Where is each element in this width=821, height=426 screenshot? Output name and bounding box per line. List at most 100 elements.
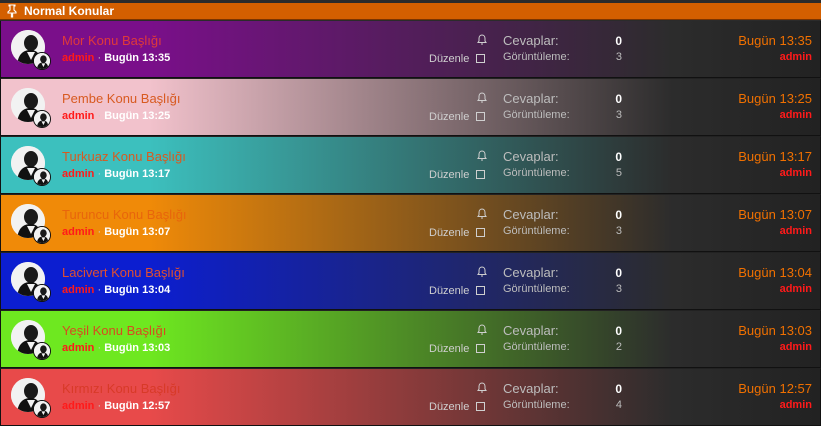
replies-label: Cevaplar: <box>503 207 559 222</box>
replies-count: 0 <box>615 34 622 48</box>
last-post-date[interactable]: Bugün 13:25 <box>738 91 812 107</box>
last-post-author[interactable]: admin <box>780 109 812 122</box>
select-checkbox[interactable] <box>476 112 485 121</box>
views-label: Görüntüleme: <box>503 51 570 63</box>
last-post-author[interactable]: admin <box>780 283 812 296</box>
topic-author-link[interactable]: admin <box>62 226 94 238</box>
select-checkbox[interactable] <box>476 170 485 179</box>
topic-author-link[interactable]: admin <box>62 284 94 296</box>
topic-meta: admin · Bugün 13:03 <box>62 342 170 355</box>
topic-author-link[interactable]: admin <box>62 342 94 354</box>
topic-row[interactable]: Turuncu Konu Başlığı admin · Bugün 13:07… <box>0 194 821 252</box>
last-post-date[interactable]: Bugün 13:17 <box>738 149 812 165</box>
last-post-author[interactable]: admin <box>780 167 812 180</box>
bell-icon[interactable] <box>476 266 488 278</box>
bell-icon[interactable] <box>476 324 488 336</box>
last-post-author[interactable]: admin <box>780 341 812 354</box>
topic-row[interactable]: Turkuaz Konu Başlığı admin · Bugün 13:17… <box>0 136 821 194</box>
views-count: 3 <box>615 283 622 295</box>
select-checkbox[interactable] <box>476 54 485 63</box>
topic-title-link[interactable]: Turkuaz Konu Başlığı <box>62 149 186 165</box>
edit-label[interactable]: Düzenle <box>429 343 469 356</box>
meta-separator: · <box>97 400 102 412</box>
last-poster-avatar[interactable] <box>33 168 51 186</box>
topic-title-link[interactable]: Turuncu Konu Başlığı <box>62 207 187 223</box>
bell-icon[interactable] <box>476 150 488 162</box>
bell-icon[interactable] <box>476 34 488 46</box>
meta-separator: · <box>97 110 102 122</box>
last-post-date[interactable]: Bugün 13:03 <box>738 323 812 339</box>
edit-label[interactable]: Düzenle <box>429 111 469 124</box>
edit-label[interactable]: Düzenle <box>429 169 469 182</box>
replies-label: Cevaplar: <box>503 33 559 48</box>
topic-list: Mor Konu Başlığı admin · Bugün 13:35 Düz… <box>0 21 821 426</box>
views-count: 2 <box>615 341 622 353</box>
topic-author-link[interactable]: admin <box>62 110 94 122</box>
meta-separator: · <box>97 342 102 354</box>
views-label: Görüntüleme: <box>503 109 570 121</box>
replies-label: Cevaplar: <box>503 91 559 106</box>
bell-icon[interactable] <box>476 92 488 104</box>
topic-start-date[interactable]: Bugün 13:07 <box>104 226 170 238</box>
last-post-date[interactable]: Bugün 12:57 <box>738 381 812 397</box>
meta-separator: · <box>97 168 102 180</box>
select-checkbox[interactable] <box>476 402 485 411</box>
last-poster-avatar[interactable] <box>33 110 51 128</box>
edit-label[interactable]: Düzenle <box>429 285 469 298</box>
meta-separator: · <box>97 226 102 238</box>
edit-label[interactable]: Düzenle <box>429 227 469 240</box>
topic-start-date[interactable]: Bugün 13:25 <box>104 110 170 122</box>
last-post-author[interactable]: admin <box>780 51 812 64</box>
select-checkbox[interactable] <box>476 286 485 295</box>
views-label: Görüntüleme: <box>503 341 570 353</box>
topic-title-link[interactable]: Pembe Konu Başlığı <box>62 91 181 107</box>
topic-row[interactable]: Kırmızı Konu Başlığı admin · Bugün 12:57… <box>0 368 821 426</box>
last-post-author[interactable]: admin <box>780 225 812 238</box>
last-poster-avatar[interactable] <box>33 284 51 302</box>
topic-title-link[interactable]: Lacivert Konu Başlığı <box>62 265 185 281</box>
topic-start-date[interactable]: Bugün 13:03 <box>104 342 170 354</box>
replies-count: 0 <box>615 208 622 222</box>
topic-author-link[interactable]: admin <box>62 168 94 180</box>
section-header: Normal Konular <box>0 3 821 20</box>
views-count: 3 <box>615 225 622 237</box>
replies-count: 0 <box>615 382 622 396</box>
topic-title-link[interactable]: Kırmızı Konu Başlığı <box>62 381 181 397</box>
replies-label: Cevaplar: <box>503 323 559 338</box>
last-post-author[interactable]: admin <box>780 399 812 412</box>
views-label: Görüntüleme: <box>503 167 570 179</box>
topic-row[interactable]: Lacivert Konu Başlığı admin · Bugün 13:0… <box>0 252 821 310</box>
views-count: 5 <box>615 167 622 179</box>
bell-icon[interactable] <box>476 382 488 394</box>
views-label: Görüntüleme: <box>503 283 570 295</box>
last-poster-avatar[interactable] <box>33 226 51 244</box>
bell-icon[interactable] <box>476 208 488 220</box>
pin-icon <box>7 4 17 18</box>
topic-author-link[interactable]: admin <box>62 52 94 64</box>
topic-title-link[interactable]: Yeşil Konu Başlığı <box>62 323 166 339</box>
replies-label: Cevaplar: <box>503 381 559 396</box>
select-checkbox[interactable] <box>476 344 485 353</box>
replies-count: 0 <box>615 324 622 338</box>
edit-label[interactable]: Düzenle <box>429 53 469 66</box>
replies-count: 0 <box>615 266 622 280</box>
last-post-date[interactable]: Bugün 13:35 <box>738 33 812 49</box>
topic-start-date[interactable]: Bugün 13:35 <box>104 52 170 64</box>
topic-start-date[interactable]: Bugün 12:57 <box>104 400 170 412</box>
edit-label[interactable]: Düzenle <box>429 401 469 414</box>
topic-row[interactable]: Yeşil Konu Başlığı admin · Bugün 13:03 D… <box>0 310 821 368</box>
last-post-date[interactable]: Bugün 13:04 <box>738 265 812 281</box>
topic-start-date[interactable]: Bugün 13:04 <box>104 284 170 296</box>
select-checkbox[interactable] <box>476 228 485 237</box>
topic-row[interactable]: Pembe Konu Başlığı admin · Bugün 13:25 D… <box>0 78 821 136</box>
topic-row[interactable]: Mor Konu Başlığı admin · Bugün 13:35 Düz… <box>0 21 821 78</box>
topic-start-date[interactable]: Bugün 13:17 <box>104 168 170 180</box>
topic-author-link[interactable]: admin <box>62 400 94 412</box>
views-count: 3 <box>615 109 622 121</box>
last-poster-avatar[interactable] <box>33 400 51 418</box>
last-post-date[interactable]: Bugün 13:07 <box>738 207 812 223</box>
replies-label: Cevaplar: <box>503 265 559 280</box>
topic-title-link[interactable]: Mor Konu Başlığı <box>62 33 162 49</box>
last-poster-avatar[interactable] <box>33 342 51 360</box>
last-poster-avatar[interactable] <box>33 52 51 70</box>
